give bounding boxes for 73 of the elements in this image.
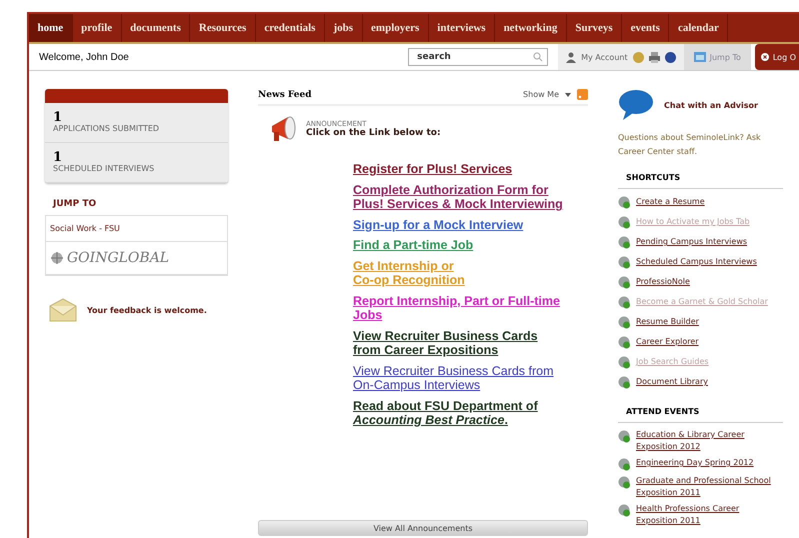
event-link[interactable]: Health Professions Career Exposition 2011 [636,503,783,527]
globe-icon [618,430,631,443]
globe-icon [618,458,631,471]
globe-icon [618,504,631,517]
shortcut-link[interactable]: Career Explorer [636,335,699,348]
nav-tab[interactable]: networking [495,14,567,42]
shortcut-link[interactable]: ProfessioNole [636,275,690,288]
nav-tab[interactable]: events [622,14,670,42]
speech-bubble-icon [618,89,654,121]
stat-label: SCHEDULED INTERVIEWS [53,164,156,173]
jump-link[interactable]: Social Work - FSU [50,224,120,233]
announcement-link[interactable]: Complete Authorization Form for Plus! Services & Mock Interviewing [353,182,565,212]
shortcut-link[interactable]: Document Library [636,375,708,388]
announcement-link[interactable]: View Recruiter Business Cards from Career Expositions [353,328,565,358]
event-link[interactable]: Engineering Day Spring 2012 [636,457,754,469]
nav-tab[interactable]: profile [72,14,122,42]
show-me-dropdown[interactable]: Show Me [523,90,559,99]
advisor-text: Questions about SeminoleLink? Ask Career Center staff. [618,132,762,158]
view-all-announcements-button[interactable]: View All Announcements [258,520,588,536]
caret-icon[interactable] [565,92,571,96]
rss-icon[interactable] [577,89,588,100]
shortcut-link[interactable]: Resume Builder [636,315,699,328]
close-icon [760,53,769,61]
nav-tab[interactable]: employers [362,14,429,42]
nav-tab[interactable]: home [29,14,73,42]
my-account-link[interactable]: My Account [581,52,628,62]
announcement-link[interactable]: Report Internship, Part or Full-time Jobs [353,294,565,322]
stat-count: 1 [53,111,64,124]
globe-icon [618,216,631,229]
section-heading: JUMP TO [53,199,98,209]
search-field[interactable]: search [408,48,548,66]
goinglobal-logo[interactable]: GOINGLOBAL [50,250,223,266]
printer-icon[interactable] [648,52,660,62]
globe-icon [618,196,631,209]
nav-tab[interactable]: jobs [324,14,363,42]
nav-tab[interactable]: interviews [428,14,496,42]
nav-tab[interactable]: credentials [256,14,325,42]
announcement-link[interactable]: View Recruiter Business Cards from On-Campus Interviews [353,364,565,392]
user-icon [566,52,576,62]
feedback-link[interactable]: Your feedback is welcome. [87,306,207,314]
globe-icon [618,356,631,369]
stat-count: 1 [53,151,64,164]
announcement-link[interactable]: Register for Plus! Services [353,162,565,176]
section-heading: SHORTCUTS [618,173,783,189]
globe-icon [618,476,631,489]
event-link[interactable]: Education & Library Career Exposition 2012 [636,429,783,453]
search-icon [533,52,544,62]
globe-icon [618,236,631,249]
event-link[interactable]: Graduate and Professional School Exposition 2011 [636,475,783,499]
stat-label: APPLICATIONS SUBMITTED [53,124,160,133]
globe-icon [618,316,631,329]
globe-icon [618,276,631,289]
announcement-link[interactable]: Sign-up for a Mock Interview [353,218,565,232]
announcement-link[interactable]: Read about FSU Department of Accounting Best Practice. [353,398,565,428]
chat-link[interactable]: Chat with an Advisor [664,100,758,110]
window-icon [694,52,706,62]
nav-tab[interactable]: Resources [190,14,256,42]
globe-icon [618,376,631,389]
globe-icon [618,296,631,309]
log-out-button[interactable]: Log O [754,44,799,70]
announcement-headline: Click on the Link below to: [306,128,441,138]
announcement-link[interactable]: Find a Part-time Job [353,238,565,252]
globe-icon [618,256,631,269]
globe-icon [618,336,631,349]
nav-tab[interactable]: calendar [669,14,728,42]
nav-tab[interactable]: documents [122,14,190,42]
section-heading: ATTEND EVENTS [618,407,783,423]
nav-tab[interactable]: Surveys [566,14,622,42]
shortcut-link[interactable]: Create a Resume [636,195,705,208]
shortcut-link[interactable]: Scheduled Campus Interviews [636,255,757,268]
shortcut-link[interactable]: Pending Campus Interviews [636,235,748,248]
news-feed-title: News Feed [258,90,312,100]
welcome-text: Welcome, John Doe [39,52,130,62]
